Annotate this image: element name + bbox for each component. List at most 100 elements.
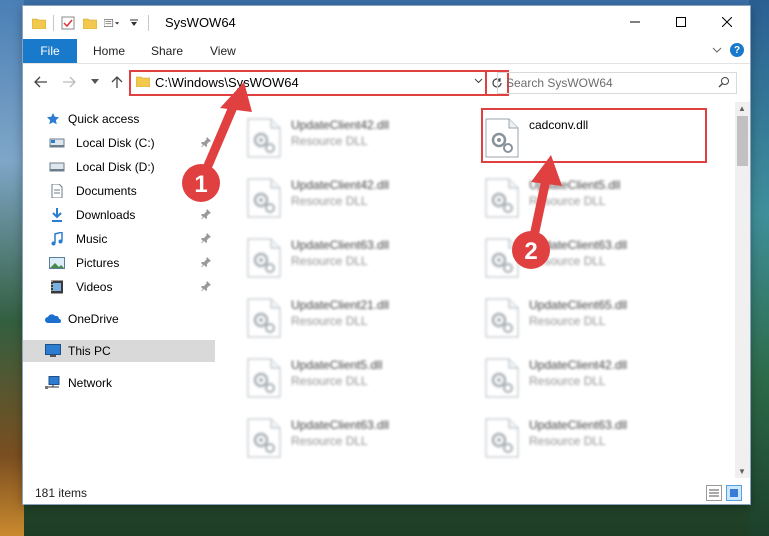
- file-item[interactable]: UpdateClient63.dll Resource DLL: [453, 228, 673, 278]
- file-type: Resource DLL: [291, 254, 368, 268]
- pin-icon[interactable]: [201, 136, 211, 150]
- downloads-icon: [49, 207, 65, 223]
- pin-icon[interactable]: [201, 232, 211, 246]
- sidebar-item-this-pc[interactable]: This PC: [23, 340, 215, 362]
- details-view-icon[interactable]: [706, 485, 722, 501]
- forward-arrow-icon[interactable]: [59, 72, 79, 92]
- dll-file-icon: [247, 298, 281, 338]
- close-button[interactable]: [704, 6, 750, 38]
- new-folder-icon[interactable]: [82, 15, 98, 31]
- file-type: Resource DLL: [529, 314, 606, 328]
- file-item[interactable]: UpdateClient65.dll Resource DLL: [453, 288, 673, 338]
- file-name: UpdateClient42.dll: [529, 358, 628, 372]
- desktop-background-right: [749, 0, 769, 536]
- search-icon[interactable]: [718, 76, 730, 91]
- sidebar-item-label: Network: [68, 376, 113, 390]
- sidebar-item-network[interactable]: Network: [23, 372, 215, 394]
- sidebar-item-music[interactable]: Music: [23, 228, 215, 250]
- sidebar-item-label: Local Disk (D:): [76, 160, 155, 174]
- expand-ribbon-icon[interactable]: [712, 43, 722, 57]
- sidebar-item-local-disk-d[interactable]: Local Disk (D:): [23, 156, 215, 178]
- sidebar-item-quick-access[interactable]: Quick access: [23, 108, 215, 130]
- music-icon: [49, 231, 65, 247]
- dll-file-icon: [247, 118, 281, 158]
- dll-file-icon: [485, 178, 519, 218]
- file-item[interactable]: UpdateClient5.dll Resource DLL: [215, 348, 435, 398]
- file-type: Resource DLL: [291, 374, 368, 388]
- toolbar-divider: [148, 15, 149, 31]
- file-item[interactable]: UpdateClient42.dll Resource DLL: [453, 348, 673, 398]
- ribbon-tabs: File Home Share View ?: [23, 39, 750, 64]
- tab-share[interactable]: Share: [151, 39, 183, 63]
- file-item[interactable]: UpdateClient63.dll Resource DLL: [215, 408, 435, 458]
- sidebar-item-label: Videos: [76, 280, 113, 294]
- sidebar-item-videos[interactable]: Videos: [23, 276, 215, 298]
- chevron-down-icon[interactable]: [474, 76, 483, 86]
- drive-icon: [49, 159, 65, 175]
- back-arrow-icon[interactable]: [31, 72, 51, 92]
- vertical-scrollbar[interactable]: ▲ ▼: [735, 102, 750, 478]
- dll-file-icon: [485, 358, 519, 398]
- onedrive-icon: [45, 311, 61, 327]
- folder-icon: [135, 75, 151, 90]
- window-title: SysWOW64: [165, 15, 236, 30]
- computer-icon: [45, 343, 61, 359]
- scroll-up-icon[interactable]: ▲: [738, 104, 746, 113]
- file-name: UpdateClient5.dll: [529, 178, 621, 192]
- sidebar-item-downloads[interactable]: Downloads: [23, 204, 215, 226]
- file-type: Resource DLL: [529, 254, 606, 268]
- pin-icon[interactable]: [201, 256, 211, 270]
- up-arrow-icon[interactable]: [107, 72, 127, 92]
- tab-view[interactable]: View: [210, 39, 236, 63]
- file-name: UpdateClient63.dll: [291, 238, 390, 252]
- file-item[interactable]: UpdateClient42.dll Resource DLL: [215, 168, 435, 218]
- maximize-button[interactable]: [658, 6, 704, 38]
- status-bar: 181 items: [23, 480, 750, 504]
- quick-access-toolbar: [31, 15, 149, 31]
- address-bar[interactable]: C:\Windows\SysWOW64: [129, 70, 487, 96]
- sidebar-item-pictures[interactable]: Pictures: [23, 252, 215, 274]
- file-item[interactable]: UpdateClient42.dll Resource DLL: [215, 108, 435, 158]
- sidebar-item-documents[interactable]: Documents: [23, 180, 215, 202]
- file-name: UpdateClient42.dll: [291, 118, 390, 132]
- sidebar-item-label: This PC: [68, 344, 111, 358]
- videos-icon: [49, 279, 65, 295]
- file-type: Resource DLL: [291, 134, 368, 148]
- sidebar-item-label: Pictures: [76, 256, 120, 270]
- sidebar-item-local-disk-c[interactable]: Local Disk (C:): [23, 132, 215, 154]
- file-type: Resource DLL: [529, 434, 606, 448]
- dropdown-arrow-icon[interactable]: [126, 15, 142, 31]
- pin-icon[interactable]: [201, 208, 211, 222]
- minimize-button[interactable]: [612, 6, 658, 38]
- file-item[interactable]: UpdateClient21.dll Resource DLL: [215, 288, 435, 338]
- file-name: UpdateClient21.dll: [291, 298, 390, 312]
- customize-toolbar-icon[interactable]: [104, 15, 120, 31]
- recent-locations-icon[interactable]: [85, 72, 105, 92]
- large-icons-view-icon[interactable]: [726, 485, 742, 501]
- navigation-pane: Quick access Local Disk (C:) Local Disk …: [23, 102, 215, 478]
- address-path: C:\Windows\SysWOW64: [155, 75, 299, 90]
- file-item[interactable]: UpdateClient63.dll Resource DLL: [215, 228, 435, 278]
- file-name: UpdateClient63.dll: [529, 418, 628, 432]
- folder-icon[interactable]: [31, 15, 47, 31]
- desktop-background-left: [0, 0, 24, 536]
- help-icon[interactable]: ?: [730, 43, 744, 57]
- sidebar-item-onedrive[interactable]: OneDrive: [23, 308, 215, 330]
- file-item[interactable]: UpdateClient63.dll Resource DLL: [453, 408, 673, 458]
- pin-icon[interactable]: [201, 280, 211, 294]
- star-icon: [45, 111, 61, 127]
- dll-file-icon: [485, 298, 519, 338]
- highlight-box: [481, 108, 707, 163]
- search-box[interactable]: Search SysWOW64: [497, 72, 737, 94]
- file-explorer-window: SysWOW64 File Home Share View ? C:\Windo…: [23, 6, 750, 504]
- tab-home[interactable]: Home: [93, 39, 125, 63]
- navigation-bar: C:\Windows\SysWOW64 Search SysWOW64: [23, 64, 750, 100]
- properties-icon[interactable]: [60, 15, 76, 31]
- pin-icon[interactable]: [201, 184, 211, 198]
- scroll-down-icon[interactable]: ▼: [738, 467, 746, 476]
- file-name: UpdateClient63.dll: [529, 238, 628, 252]
- file-item[interactable]: UpdateClient5.dll Resource DLL: [453, 168, 673, 218]
- tab-file[interactable]: File: [23, 39, 77, 63]
- scrollbar-thumb[interactable]: [737, 116, 748, 166]
- file-type: Resource DLL: [291, 194, 368, 208]
